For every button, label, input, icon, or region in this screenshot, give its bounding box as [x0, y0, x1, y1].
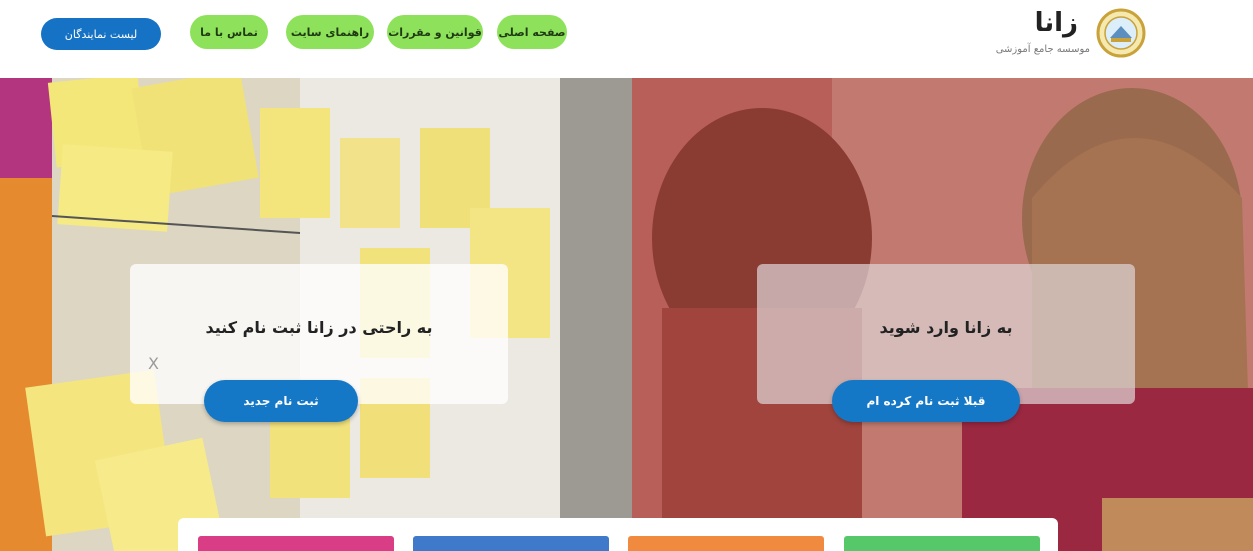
nav-rules[interactable]: قوانین و مقررات [387, 15, 483, 49]
brand-subtitle: موسسه جامع آموزشی [995, 44, 1090, 55]
agents-list-button[interactable]: لیست نمایندگان [41, 18, 161, 50]
brand-name: زانا [1034, 8, 1078, 38]
nav-contact-us[interactable]: تماس با ما [190, 15, 268, 49]
feature-tile-green[interactable] [844, 536, 1040, 551]
login-hero-panel: به زانا وارد شوید قبلا ثبت نام کرده ام [632, 78, 1253, 551]
brand[interactable]: زانا موسسه جامع آموزشی [990, 6, 1150, 66]
feature-tile-blue[interactable] [413, 536, 609, 551]
site-header: لیست نمایندگان تماس با ما راهنمای سایت ق… [0, 0, 1253, 78]
nav-home[interactable]: صفحه اصلی [497, 15, 567, 49]
register-hero-panel: به راحتی در زانا ثبت نام کنید X ثبت نام … [0, 78, 632, 551]
feature-tile-pink[interactable] [198, 536, 394, 551]
new-registration-button[interactable]: ثبت نام جدید [204, 380, 358, 422]
feature-tile-orange[interactable] [628, 536, 824, 551]
register-heading: به راحتی در زانا ثبت نام کنید [205, 318, 433, 337]
already-registered-button[interactable]: قبلا ثبت نام کرده ام [832, 380, 1020, 422]
login-heading: به زانا وارد شوید [879, 318, 1013, 337]
nav-site-guide[interactable]: راهنمای سایت [286, 15, 374, 49]
feature-cards-strip [178, 518, 1058, 551]
logo-emblem-icon [1096, 8, 1146, 58]
close-icon[interactable]: X [148, 354, 159, 373]
